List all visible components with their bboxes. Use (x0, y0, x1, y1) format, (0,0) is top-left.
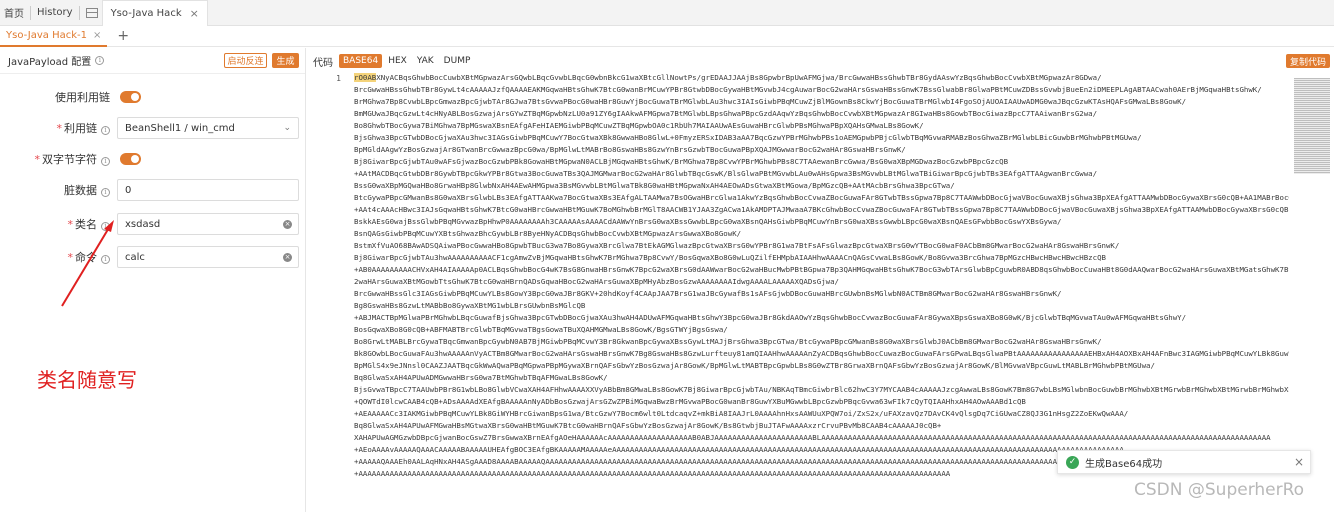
code-line: Bj8GiwarBpcGjwbTAu0wAFsGjwazBocGzwbPBk8G… (354, 157, 1009, 166)
code-line: Bk8GOwbLBocGuwaFAu3hwAAAAAnVyACTBm8GMwar… (354, 349, 1289, 358)
code-line: BpMGldAAgwYzBosGzwajAr8GTwanBrcGwwazBpcG… (354, 145, 906, 154)
tab-label: Yso-Java Hack (110, 7, 182, 19)
divider (30, 5, 31, 20)
add-tab-icon[interactable]: + (117, 28, 129, 44)
tab-home[interactable]: 首页 (0, 0, 28, 26)
close-icon[interactable]: × (1294, 455, 1304, 469)
close-icon[interactable]: × (190, 7, 199, 20)
line-number: 1 (336, 74, 341, 83)
check-icon: ✓ (1066, 455, 1079, 469)
code-line: Bq8GlwaSxAH4APUwAFMGwaHBsMGtwaXBrsG0waHB… (354, 421, 942, 430)
code-line: BtcGywaPBpcGMwanBs8G0waXBrsGlwbLBs3EAfgA… (354, 193, 1289, 202)
code-panel: 代码 BASE64 HEX YAK DUMP 复制代码 1 rO0ABXNyAC… (307, 48, 1334, 512)
highlight: rO0AB (354, 73, 377, 82)
code-line: Bo8GhwbTBocGywa7BiMGhwa7BpMGswaXBsnEAfgA… (354, 121, 924, 130)
tab-hex[interactable]: HEX (384, 54, 411, 68)
code-line: Bj8GiwarBpcGjwbTAu3hwAAAAAAAAAACF1cgAmwZ… (354, 253, 1106, 262)
sub-tab-bar: Yso-Java Hack-1 × + (0, 26, 1334, 47)
success-toast: ✓ 生成Base64成功 × (1057, 450, 1311, 474)
code-line: Bq8GlwaSxAH4APUwADMGwwaHBrsG0wa7BtMGhwbT… (354, 373, 608, 382)
tab-base64[interactable]: BASE64 (339, 54, 383, 68)
payload-config-panel: JavaPayload 配置 i 启动反连 生成 使用利用链 * 利用链 i Bea… (0, 48, 306, 512)
toast-message: 生成Base64成功 (1085, 458, 1163, 470)
code-line: BssG0waXBpMGQwaHBo8GrwaHBp8GlwbNxAH4AEwA… (354, 181, 955, 190)
code-header: 代码 BASE64 HEX YAK DUMP (307, 48, 1334, 74)
code-line: +AB0AAAAAAAAACHVxAH4AIAAAAAp0ACLBqsGhwbB… (354, 265, 1289, 274)
code-line: BrMGhwa7Bp8CvwbLBpcGmwazBpcGjwbTAr8GJwa7… (354, 97, 1187, 106)
code-editor[interactable]: rO0ABXNyACBqsGhwbBocCuwbXBtMGpwazArsGQwb… (354, 72, 1289, 512)
code-line: +ABJMACTBpMGlwaPBrMGhwbLBqcGuwafBjsGhwa3… (354, 313, 1187, 322)
copy-code-button[interactable]: 复制代码 (1285, 54, 1330, 68)
minimap[interactable] (1294, 78, 1330, 174)
code-line: +AAtMACDBqcGtwbDBr8GywbTBpcGkwYPBr8Gtwa3… (354, 169, 1098, 178)
tab-history[interactable]: History (33, 0, 77, 26)
code-line: BsnQAGsGiwbPBqMCuwYXBtsGhwazBhcGywbLBr8B… (354, 229, 742, 238)
annotation-arrow (61, 220, 114, 307)
code-line: BjsGhwa3BpcGTwbDBocGjwaXAu3hwc3IAGsGiwbP… (354, 133, 1142, 142)
code-line: XAHAPUwAGMGzwbDBpcGjwanBocGswZ7BrsGwwaXB… (354, 433, 1271, 442)
tab-label: Yso-Java Hack-1 (6, 29, 87, 41)
tab-yak[interactable]: YAK (413, 54, 438, 68)
tab-yso-java-hack[interactable]: Yso-Java Hack × (101, 0, 208, 26)
annotation-text: 类名随意写 (37, 368, 137, 392)
code-line: 2waHArsGuwaXBtMGowbTtsGhwK7BtcG0waHBrnQA… (354, 277, 839, 286)
code-line: BosGqwaXBo8G0cQB+ABFMABTBrcGlwbTBqMGvwaT… (354, 325, 728, 334)
close-icon[interactable]: × (93, 30, 101, 41)
code-line: BpMGlS4x9eJNnsl0CAAZJAATBqcGkWwAQwaPBqMG… (354, 361, 1155, 370)
code-line: BrcGwwaHBssGlc3IAGsGiwbPBqMCuwYLBs8GowY3… (354, 289, 1062, 298)
tab-dump[interactable]: DUMP (440, 54, 475, 68)
watermark: CSDN @SuperherRo (1134, 480, 1305, 500)
table-icon[interactable] (85, 7, 98, 18)
code-line: BmMGUwaJBqcGzwLt4cHNyABLBosGzwajArsGYwZT… (354, 109, 1098, 118)
code-label: 代码 (313, 57, 333, 69)
code-line: rO0ABXNyACBqsGhwbBocCuwbXBtMGpwazArsGQwb… (354, 73, 1102, 82)
code-line: BjsGvwaTBpcC7TAAUwbPBr8G1wbLBo8GlwbVCwaX… (354, 385, 1289, 394)
code-line: BrcGwwaHBssGhwbTBr8GywLt4cAAAAAJzfQAAAAE… (354, 85, 1262, 94)
tab-yso-java-hack-1[interactable]: Yso-Java Hack-1 × (0, 26, 108, 47)
top-tab-bar: 首页 History Yso-Java Hack × (0, 0, 1334, 26)
code-line: +AEAAAAACc3IAKMGiwbPBqMCuwYLBk8GiWYHBrcG… (354, 409, 1129, 418)
code-line: Bo8GrwLtMABLBrcGywaTBqcGmwanBpcGywbN0AB7… (354, 337, 1102, 346)
code-line: +QOWTdI0lcwCAAB4cQB+ADsAAAAdXEAfgBAAAAAn… (354, 397, 1026, 406)
code-line: Bg8GswaHBs8GzwLtMABbBo8GywaXBtMG1wbLBrsG… (354, 301, 586, 310)
code-line: BskkAEsG0wajBssGlwbPBqMGvwazBpHhwP0AAAAA… (354, 217, 1062, 226)
divider (78, 5, 80, 20)
code-line: +AAt4cAAAcHBwc3IAJsGqwaHBtsGhwK7BtcG0waH… (354, 205, 1289, 214)
code-line: BstmXfVuAO68BAwADSQAiwaPBocGwwaHBo8GpwbT… (354, 241, 1120, 250)
